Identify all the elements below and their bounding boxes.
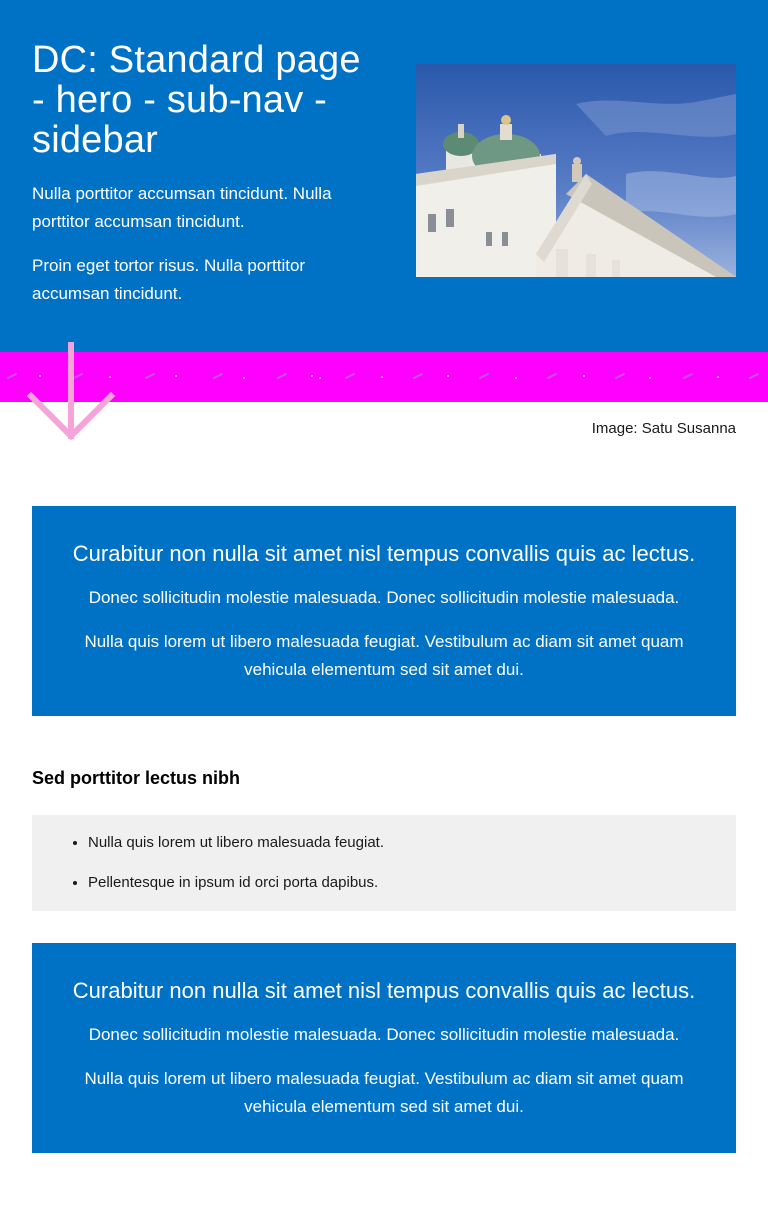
- banner: Curabitur non nulla sit amet nisl tempus…: [32, 506, 736, 716]
- banner-title: Curabitur non nulla sit amet nisl tempus…: [72, 541, 696, 566]
- bullet-list: Nulla quis lorem ut libero malesuada feu…: [32, 815, 736, 911]
- hero-text: DC: Standard page - hero - sub-nav - sid…: [32, 40, 362, 324]
- banner-text: Nulla quis lorem ut libero malesuada feu…: [84, 1069, 684, 1116]
- hero-image: [416, 64, 736, 277]
- list-item: Nulla quis lorem ut libero malesuada feu…: [88, 831, 712, 855]
- banner-text: Nulla quis lorem ut libero malesuada feu…: [84, 632, 684, 679]
- section-heading: Sed porttitor lectus nibh: [32, 768, 241, 788]
- hero-paragraph: Nulla porttitor accumsan tincidunt. Null…: [32, 184, 332, 231]
- banner-text: Donec sollicitudin molestie malesuada. D…: [88, 1025, 680, 1044]
- banner: Curabitur non nulla sit amet nisl tempus…: [32, 943, 736, 1153]
- banner-text: Donec sollicitudin molestie malesuada. D…: [88, 588, 680, 607]
- hero-paragraph: Proin eget tortor risus. Nulla porttitor…: [32, 256, 306, 303]
- page-title: DC: Standard page - hero - sub-nav - sid…: [32, 39, 361, 161]
- arrow-down-icon: [26, 341, 118, 442]
- image-credit: Image: Satu Susanna: [591, 420, 736, 437]
- list-item: Pellentesque in ipsum id orci porta dapi…: [88, 871, 712, 895]
- main-content: Curabitur non nulla sit amet nisl tempus…: [32, 506, 736, 1153]
- hero: DC: Standard page - hero - sub-nav - sid…: [0, 0, 768, 352]
- banner-title: Curabitur non nulla sit amet nisl tempus…: [72, 978, 696, 1003]
